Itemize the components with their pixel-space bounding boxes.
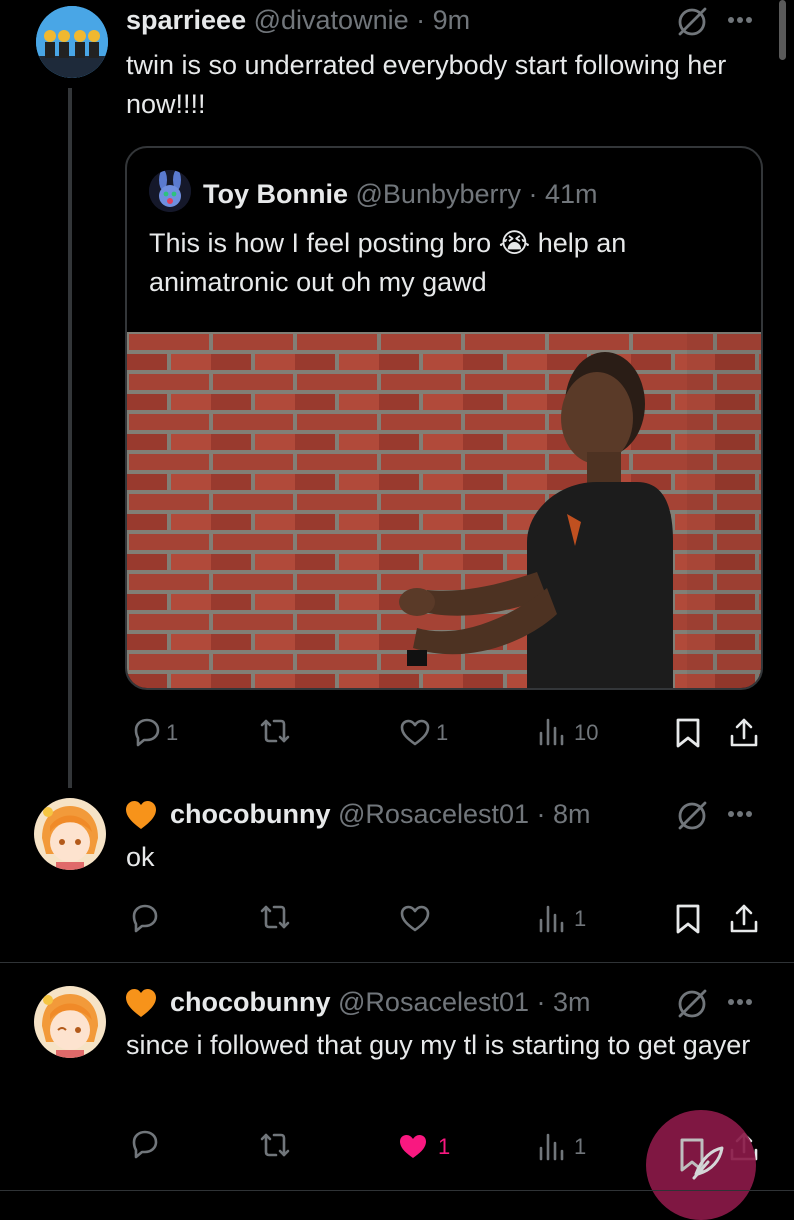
- reply-icon[interactable]: [128, 902, 162, 936]
- reply-icon[interactable]: [128, 1128, 162, 1162]
- post-header: chocobunny @Rosacelest01 · 8m: [170, 798, 591, 830]
- quote-text: This is how I feel posting bro 😭 help an…: [149, 228, 627, 297]
- grok-icon[interactable]: [676, 988, 708, 1020]
- quote-timestamp[interactable]: · 41m: [529, 179, 598, 209]
- timestamp[interactable]: · 3m: [537, 987, 591, 1017]
- more-options-icon[interactable]: [726, 808, 754, 820]
- quote-media-image[interactable]: [127, 332, 761, 688]
- display-name[interactable]: chocobunny: [170, 799, 331, 829]
- views-count: 1: [574, 906, 587, 931]
- repost-icon[interactable]: [258, 902, 292, 934]
- like-count: 1: [436, 720, 449, 745]
- handle[interactable]: @divatownie: [254, 5, 409, 35]
- reply-count: 1: [166, 720, 179, 745]
- liked-heart-icon[interactable]: [396, 1130, 430, 1162]
- avatar-image: [34, 986, 106, 1058]
- views-count: 10: [574, 720, 599, 745]
- avatar-image: [36, 6, 108, 78]
- quote-header: Toy Bonnie @Bunbyberry · 41m: [203, 178, 598, 210]
- display-name[interactable]: sparrieee: [126, 5, 246, 35]
- views-icon[interactable]: [536, 715, 568, 747]
- views-icon[interactable]: [536, 902, 568, 934]
- like-icon[interactable]: [398, 902, 432, 934]
- post-text: twin is so underrated everybody start fo…: [126, 50, 727, 119]
- bookmark-icon[interactable]: [672, 902, 704, 936]
- quote-display-name[interactable]: Toy Bonnie: [203, 179, 348, 209]
- share-icon[interactable]: [728, 902, 760, 934]
- post-text: since i followed that guy my tl is start…: [126, 1030, 751, 1060]
- handle[interactable]: @Rosacelest01: [338, 987, 529, 1017]
- grok-icon[interactable]: [676, 800, 708, 832]
- avatar[interactable]: [34, 986, 106, 1058]
- post-text: ok: [126, 842, 155, 872]
- quote-handle[interactable]: @Bunbyberry: [356, 179, 521, 209]
- thread-line: [68, 88, 72, 788]
- more-options-icon[interactable]: [726, 14, 754, 26]
- timestamp[interactable]: · 9m: [416, 5, 470, 35]
- post-divider: [0, 962, 794, 963]
- scrollbar[interactable]: [779, 0, 786, 60]
- avatar[interactable]: [36, 6, 108, 78]
- avatar-image: [34, 798, 106, 870]
- more-options-icon[interactable]: [726, 996, 754, 1008]
- post-divider: [0, 1190, 794, 1191]
- quoted-post[interactable]: Toy Bonnie @Bunbyberry · 41m This is how…: [125, 146, 763, 690]
- display-name[interactable]: chocobunny: [170, 987, 331, 1017]
- avatar[interactable]: [34, 798, 106, 870]
- compose-fab-button[interactable]: [646, 1110, 756, 1220]
- timestamp[interactable]: · 8m: [537, 799, 591, 829]
- feather-compose-icon: [680, 1138, 724, 1180]
- bookmark-icon[interactable]: [672, 716, 704, 750]
- handle[interactable]: @Rosacelest01: [338, 799, 529, 829]
- orange-heart-badge-icon: [126, 989, 156, 1017]
- repost-icon[interactable]: [258, 716, 292, 748]
- repost-icon[interactable]: [258, 1130, 292, 1162]
- like-count: 1: [438, 1134, 451, 1159]
- like-icon[interactable]: [398, 716, 432, 748]
- post-header: sparrieee @divatownie · 9m: [126, 4, 470, 36]
- share-icon[interactable]: [728, 716, 760, 748]
- orange-heart-badge-icon: [126, 801, 156, 829]
- grok-icon[interactable]: [676, 6, 708, 38]
- quote-avatar-image: [149, 170, 191, 212]
- views-count: 1: [574, 1134, 587, 1159]
- views-icon[interactable]: [536, 1130, 568, 1162]
- quote-avatar[interactable]: [149, 170, 191, 212]
- post-header: chocobunny @Rosacelest01 · 3m: [170, 986, 591, 1018]
- reply-icon[interactable]: [130, 716, 164, 750]
